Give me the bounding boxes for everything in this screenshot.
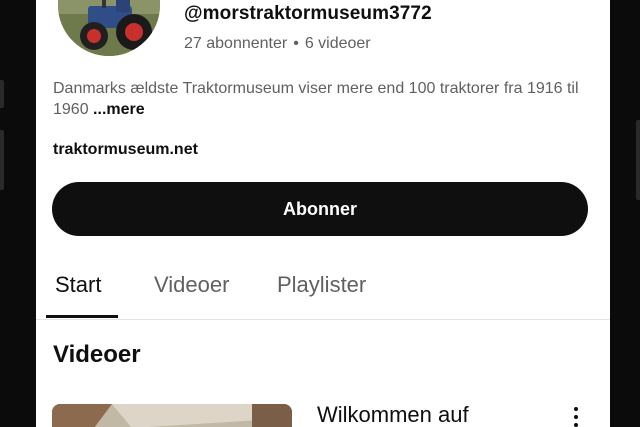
vertical-dots-icon[interactable] bbox=[568, 405, 584, 427]
video-title[interactable]: Wilkommen auf bbox=[317, 402, 469, 427]
video-count: 6 videoer bbox=[304, 35, 371, 52]
stats-separator: • bbox=[293, 35, 299, 52]
section-title: Videoer bbox=[53, 341, 141, 368]
channel-description[interactable]: Danmarks ældste Traktormuseum viser mere… bbox=[53, 78, 593, 120]
more-link[interactable]: ...mere bbox=[93, 101, 145, 118]
tractor-image bbox=[58, 0, 160, 56]
phone-frame: @morstraktormuseum3772 27 abonnenter • 6 v… bbox=[0, 0, 640, 427]
phone-volume-button bbox=[0, 130, 4, 190]
video-thumbnail-image bbox=[52, 404, 292, 427]
video-thumbnail[interactable] bbox=[52, 404, 292, 427]
channel-header: @morstraktormuseum3772 27 abonnenter • 6 v… bbox=[36, 0, 610, 70]
dot-2 bbox=[574, 415, 578, 419]
channel-tabs: Start Videoer Playlister bbox=[36, 258, 610, 320]
channel-handle: @morstraktormuseum3772 bbox=[184, 3, 432, 24]
channel-link[interactable]: traktormuseum.net bbox=[53, 141, 198, 159]
channel-stats: 27 abonnenter • 6 videoer bbox=[184, 35, 371, 53]
subscribe-label: Abonner bbox=[283, 198, 357, 219]
subscriber-count: 27 abonnenter bbox=[184, 35, 288, 52]
youtube-channel-screen: @morstraktormuseum3772 27 abonnenter • 6 v… bbox=[36, 0, 610, 427]
tab-playlists[interactable]: Playlister bbox=[277, 272, 366, 298]
active-tab-indicator bbox=[46, 315, 118, 318]
tab-start[interactable]: Start bbox=[55, 272, 101, 298]
subscribe-button[interactable]: Abonner bbox=[52, 182, 588, 236]
tab-videos[interactable]: Videoer bbox=[154, 272, 229, 298]
dot-1 bbox=[574, 407, 578, 411]
dot-3 bbox=[574, 423, 578, 427]
phone-side-button bbox=[0, 80, 4, 108]
channel-avatar[interactable] bbox=[58, 0, 160, 56]
phone-power-button bbox=[636, 120, 640, 200]
